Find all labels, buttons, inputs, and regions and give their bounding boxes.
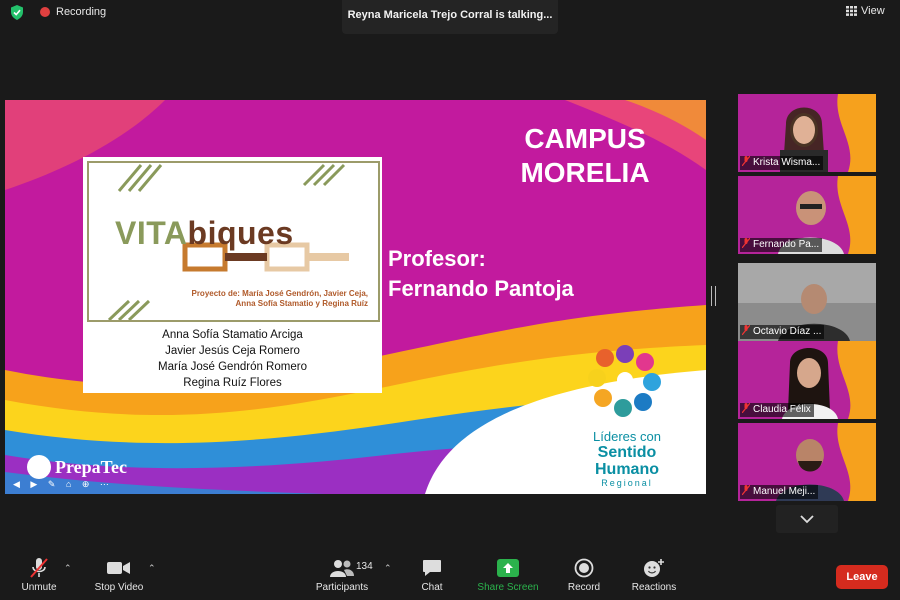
muted-mic-icon (742, 238, 750, 248)
record-button[interactable]: Record (562, 557, 606, 593)
stop-video-label: Stop Video (94, 582, 144, 593)
participant-name: Claudia Félix (753, 404, 811, 415)
vitabiques-logo: VITAbiques Proyecto de: María José Gendr… (87, 161, 380, 322)
logo-credit-line-2: Anna Sofía Stamatio y Regina Ruíz (235, 299, 368, 308)
participant-name: Octavio Díaz ... (753, 326, 822, 337)
unmute-label: Unmute (21, 582, 57, 593)
logo-credit-line-1: Proyecto de: María José Gendrón, Javier … (191, 289, 368, 298)
video-tile[interactable]: Krista Wisma... (738, 94, 876, 172)
video-camera-icon (107, 562, 130, 574)
campus-line-2: MORELIA (520, 157, 650, 188)
shared-screen[interactable]: CAMPUS MORELIA Profesor: Fernando Pantoj… (5, 100, 706, 494)
meeting-top-bar: Recording Reyna Maricela Trejo Corral is… (0, 0, 900, 34)
professor-label: Profesor: (388, 246, 486, 271)
lideres-line-1: Líderes con (593, 429, 661, 444)
video-tile[interactable]: Octavio Díaz ... (738, 263, 876, 341)
prepatec-wordmark: PrepaTec (55, 457, 127, 477)
video-options-caret[interactable]: ⌃ (148, 563, 156, 574)
share-screen-label: Share Screen (477, 582, 539, 593)
video-tile[interactable]: Fernando Pa... (738, 176, 876, 254)
recording-icon (40, 7, 50, 17)
participants-count: 134 (356, 561, 373, 572)
video-tile[interactable]: Claudia Félix (738, 341, 876, 419)
stop-video-button[interactable]: Stop Video (90, 557, 148, 593)
share-screen-button[interactable]: Share Screen (476, 557, 540, 593)
lideres-logo: Líderes con Sentido Humano Regional (577, 430, 677, 489)
audio-options-caret[interactable]: ⌃ (64, 563, 72, 574)
grid-view-icon (846, 6, 857, 16)
participant-name-tag: Claudia Félix (740, 403, 814, 417)
participant-name-tag: Fernando Pa... (740, 238, 823, 252)
chat-button[interactable]: Chat (412, 557, 452, 593)
logo-credit: Proyecto de: María José Gendrón, Javier … (168, 289, 368, 309)
muted-microphone-icon (30, 558, 48, 578)
prepatec-globe-icon (27, 455, 51, 479)
student-name: Anna Sofía Stamatio Arciga (162, 329, 303, 341)
muted-mic-icon (742, 485, 750, 495)
leave-button[interactable]: Leave (836, 565, 888, 589)
reactions-button[interactable]: Reactions (628, 557, 680, 593)
gallery-scroll-down-button[interactable] (776, 505, 838, 533)
chevron-down-icon (800, 515, 814, 524)
participant-name-tag: Krista Wisma... (740, 156, 824, 170)
reactions-label: Reactions (631, 582, 677, 593)
logo-wordmark: VITAbiques (115, 215, 294, 252)
logo-biques-text: biques (187, 215, 294, 251)
lideres-line-2: Sentido (597, 444, 657, 461)
record-icon (574, 558, 594, 578)
professor-block: Profesor: Fernando Pantoja (388, 244, 574, 304)
record-label: Record (567, 582, 601, 593)
recording-label[interactable]: Recording (56, 6, 106, 18)
hands-circle-icon (588, 345, 661, 417)
unmute-button[interactable]: Unmute (14, 557, 64, 593)
view-button[interactable]: View (846, 5, 885, 17)
participants-label: Participants (315, 582, 369, 593)
chat-label: Chat (421, 582, 443, 593)
security-shield-icon[interactable] (10, 5, 24, 20)
panel-resize-handle[interactable] (711, 286, 716, 306)
student-name: Regina Ruíz Flores (183, 377, 282, 389)
logo-vita-text: VITA (115, 215, 188, 251)
muted-mic-icon (742, 156, 750, 166)
lideres-line-3: Humano (595, 461, 659, 478)
participant-name: Fernando Pa... (753, 239, 820, 250)
slide-controls[interactable]: ◀ ▶ ✎ ⌂ ⊕ ⋯ (13, 479, 113, 490)
share-screen-icon (497, 559, 519, 577)
student-name: Javier Jesús Ceja Romero (165, 345, 300, 357)
student-name: María José Gendrón Romero (158, 361, 307, 373)
active-speaker-banner: Reyna Maricela Trejo Corral is talking..… (342, 0, 558, 34)
participant-name-tag: Manuel Meji... (740, 485, 819, 499)
video-tile[interactable]: Manuel Meji... (738, 423, 876, 501)
participant-name: Manuel Meji... (753, 486, 816, 497)
chat-bubble-icon (423, 560, 441, 576)
professor-name: Fernando Pantoja (388, 276, 574, 301)
project-card: VITAbiques Proyecto de: María José Gendr… (83, 157, 382, 393)
student-list: Anna Sofía Stamatio Arciga Javier Jesús … (83, 327, 382, 391)
muted-mic-icon (742, 403, 750, 413)
smiley-plus-icon (644, 559, 664, 577)
campus-title: CAMPUS MORELIA (499, 122, 671, 190)
participants-icon (330, 560, 354, 577)
lideres-line-4: Regional (601, 478, 653, 488)
muted-mic-icon (742, 325, 750, 335)
campus-line-1: CAMPUS (524, 123, 646, 154)
view-label: View (861, 5, 885, 17)
participant-name: Krista Wisma... (753, 157, 821, 168)
participants-options-caret[interactable]: ⌃ (384, 563, 392, 574)
participant-name-tag: Octavio Díaz ... (740, 325, 825, 339)
